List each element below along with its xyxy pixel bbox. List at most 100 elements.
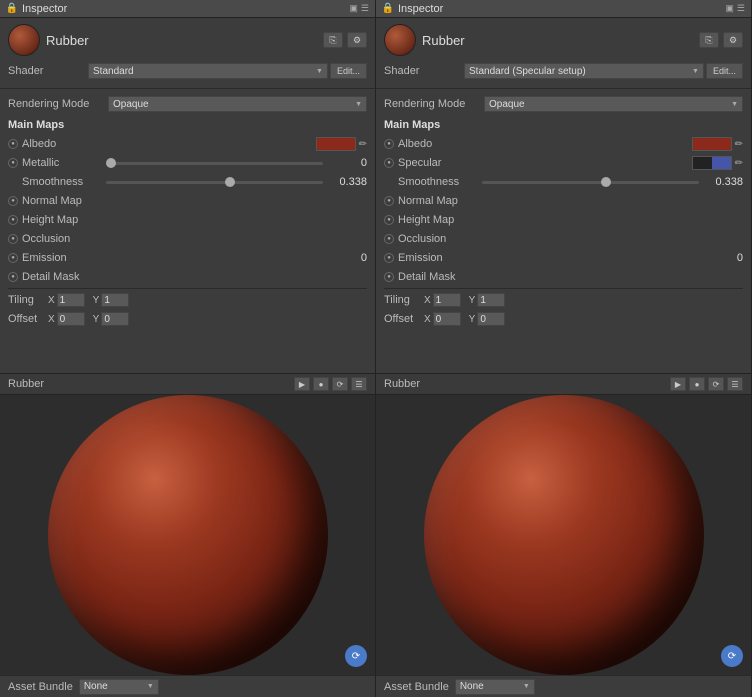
albedo-swatch-right[interactable] — [692, 137, 732, 151]
offset-x-input-right[interactable] — [433, 312, 461, 326]
occlusion-checkbox-left[interactable] — [8, 234, 18, 244]
metallic-slider-left[interactable] — [106, 162, 323, 165]
occlusion-label-left: Occlusion — [22, 233, 367, 245]
tiling-y-left: Y — [93, 293, 130, 307]
detail-mask-checkbox-right[interactable] — [384, 272, 394, 282]
detail-mask-label-right: Detail Mask — [398, 271, 743, 283]
menu-icon-left[interactable]: ☰ — [361, 3, 369, 14]
asset-bundle-dropdown-right[interactable]: None — [455, 679, 535, 695]
shader-row-right: Shader Standard (Specular setup) Edit... — [384, 62, 743, 80]
occlusion-checkbox-right[interactable] — [384, 234, 394, 244]
rendering-label-left: Rendering Mode — [8, 98, 108, 110]
asset-bundle-label-right: Asset Bundle — [384, 681, 449, 693]
offset-x-label-right: X — [424, 314, 431, 325]
normal-map-checkbox-right[interactable] — [384, 196, 394, 206]
preview-play-btn-left[interactable]: ▶ — [294, 377, 310, 391]
copy-btn-left[interactable]: ⎘ — [323, 32, 343, 48]
metallic-checkbox-left[interactable] — [8, 158, 18, 168]
smoothness-thumb-right[interactable] — [601, 177, 611, 187]
asset-bundle-value-right: None — [460, 681, 484, 692]
material-section-right: Rubber ⎘ ⚙ Shader Standard (Specular set… — [376, 18, 751, 89]
albedo-checkbox-left[interactable] — [8, 139, 18, 149]
normal-map-label-right: Normal Map — [398, 195, 743, 207]
copy-btn-right[interactable]: ⎘ — [699, 32, 719, 48]
metallic-thumb-left[interactable] — [106, 158, 116, 168]
preview-canvas-right: ⟳ — [376, 395, 751, 675]
settings-btn-right[interactable]: ⚙ — [723, 32, 743, 48]
rendering-value-right: Opaque — [489, 99, 738, 110]
preview-canvas-left: ⟳ — [0, 395, 375, 675]
material-name-left: Rubber — [46, 33, 317, 48]
albedo-label-right: Albedo — [398, 138, 692, 150]
albedo-pencil-left[interactable]: ✏ — [359, 139, 367, 150]
offset-x-input-left[interactable] — [57, 312, 85, 326]
tiling-x-input-left[interactable] — [57, 293, 85, 307]
shader-edit-btn-right[interactable]: Edit... — [706, 63, 743, 79]
smoothness-thumb-left[interactable] — [225, 177, 235, 187]
preview-loop-btn-right[interactable]: ⟳ — [708, 377, 724, 391]
inspector-content-left: Rendering Mode Opaque Main Maps Albedo ✏… — [0, 89, 375, 373]
tiling-y-input-left[interactable] — [101, 293, 129, 307]
offset-x-label-left: X — [48, 314, 55, 325]
preview-menu-btn-left[interactable]: ☰ — [351, 377, 367, 391]
emission-checkbox-right[interactable] — [384, 253, 394, 263]
emission-value-right: 0 — [737, 252, 743, 264]
material-icons-left: ⎘ ⚙ — [323, 32, 367, 48]
preview-loop-btn-left[interactable]: ⟳ — [332, 377, 348, 391]
normal-map-row-right: Normal Map — [384, 192, 743, 210]
preview-title-right: Rubber — [384, 378, 664, 390]
preview-dot-btn-left[interactable]: ● — [313, 377, 329, 391]
lock-icon-left[interactable]: 🔒 — [6, 3, 18, 15]
smoothness-slider-right[interactable] — [482, 181, 699, 184]
height-map-label-right: Height Map — [398, 214, 743, 226]
main-maps-header-right: Main Maps — [384, 119, 743, 131]
lock-icon-right[interactable]: 🔒 — [382, 3, 394, 15]
detail-mask-checkbox-left[interactable] — [8, 272, 18, 282]
tiling-x-input-right[interactable] — [433, 293, 461, 307]
tiling-y-input-right[interactable] — [477, 293, 505, 307]
height-map-checkbox-right[interactable] — [384, 215, 394, 225]
detail-mask-row-left: Detail Mask — [8, 268, 367, 286]
smoothness-slider-left[interactable] — [106, 181, 323, 184]
rendering-value-left: Opaque — [113, 99, 362, 110]
offset-y-input-right[interactable] — [477, 312, 505, 326]
shader-label-right: Shader — [384, 65, 464, 77]
specular-pencil-right[interactable]: ✏ — [735, 158, 743, 169]
smoothness-value-left: 0.338 — [327, 176, 367, 188]
menu-icon-right[interactable]: ☰ — [737, 3, 745, 14]
rendering-dropdown-left[interactable]: Opaque — [108, 96, 367, 112]
shader-edit-btn-left[interactable]: Edit... — [330, 63, 367, 79]
shader-dropdown-right[interactable]: Standard (Specular setup) — [464, 63, 704, 79]
albedo-pencil-right[interactable]: ✏ — [735, 139, 743, 150]
offset-label-right: Offset — [384, 313, 424, 325]
shader-label-left: Shader — [8, 65, 88, 77]
asset-bundle-row-right: Asset Bundle None — [376, 675, 751, 697]
asset-bundle-row-left: Asset Bundle None — [0, 675, 375, 697]
preview-header-right: Rubber ▶ ● ⟳ ☰ — [376, 373, 751, 395]
height-map-checkbox-left[interactable] — [8, 215, 18, 225]
specular-swatch-right[interactable] — [692, 156, 732, 170]
layout-icon-left[interactable]: ▣ — [349, 3, 358, 14]
settings-btn-left[interactable]: ⚙ — [347, 32, 367, 48]
preview-menu-btn-right[interactable]: ☰ — [727, 377, 743, 391]
inspector-title-right: Inspector — [398, 3, 721, 15]
rubber-sphere-right — [424, 395, 704, 675]
tiling-label-right: Tiling — [384, 294, 424, 306]
albedo-checkbox-right[interactable] — [384, 139, 394, 149]
normal-map-checkbox-left[interactable] — [8, 196, 18, 206]
preview-play-btn-right[interactable]: ▶ — [670, 377, 686, 391]
layout-icon-right[interactable]: ▣ — [725, 3, 734, 14]
offset-y-label-left: Y — [93, 314, 100, 325]
emission-checkbox-left[interactable] — [8, 253, 18, 263]
shader-dropdown-left[interactable]: Standard — [88, 63, 328, 79]
shader-row-left: Shader Standard Edit... — [8, 62, 367, 80]
asset-bundle-dropdown-left[interactable]: None — [79, 679, 159, 695]
tiling-x-label-right: X — [424, 295, 431, 306]
albedo-swatch-left[interactable] — [316, 137, 356, 151]
preview-dot-btn-right[interactable]: ● — [689, 377, 705, 391]
specular-checkbox-right[interactable] — [384, 158, 394, 168]
offset-y-left: Y — [93, 312, 130, 326]
offset-y-input-left[interactable] — [101, 312, 129, 326]
emission-row-right: Emission 0 — [384, 249, 743, 267]
rendering-dropdown-right[interactable]: Opaque — [484, 96, 743, 112]
